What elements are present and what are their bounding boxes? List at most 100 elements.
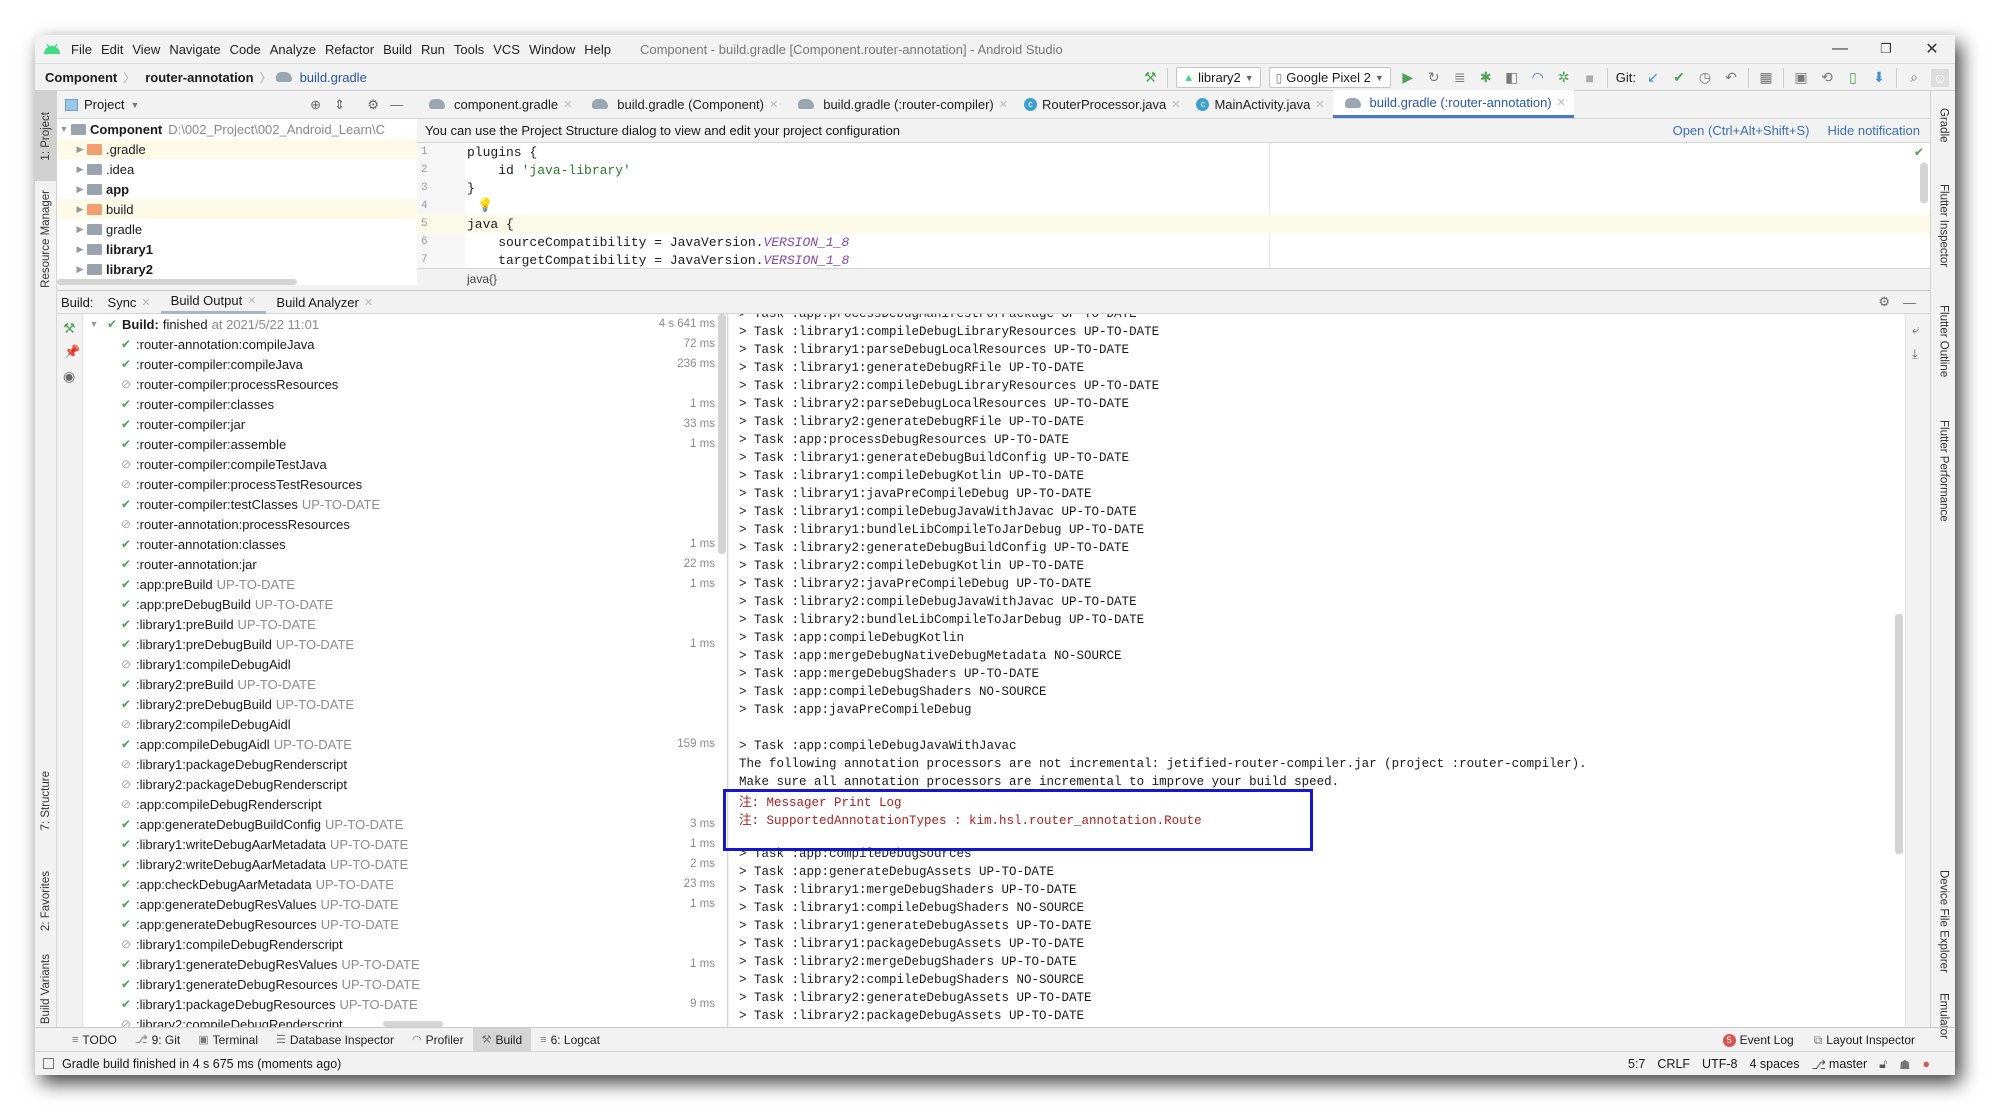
task-row[interactable]: ✔:app:generateDebugBuildConfig UP-TO-DATE… <box>83 814 727 834</box>
run-icon[interactable]: ▶ <box>1399 69 1417 87</box>
hide-panel-icon[interactable]: — <box>1903 295 1916 310</box>
task-row[interactable]: ✔:app:compileDebugAidl UP-TO-DATE 159 ms <box>83 734 727 754</box>
indent-setting[interactable]: 4 spaces <box>1749 1057 1799 1071</box>
layout-preview-icon[interactable]: ▣ <box>1792 69 1810 87</box>
task-row[interactable]: ✔:router-annotation:classes 1 ms <box>83 534 727 554</box>
tool-tab-flutter-outline[interactable]: Flutter Outline <box>1931 291 1955 391</box>
tree-root[interactable]: ▼ Component D:\002_Project\002_Android_L… <box>57 119 417 139</box>
close-tab-icon[interactable]: ✕ <box>1557 96 1566 109</box>
apply-code-changes-icon[interactable]: ≣ <box>1451 69 1469 87</box>
bottom-tab-build[interactable]: ⚒ Build <box>472 1028 532 1051</box>
task-row[interactable]: ✔:library1:packageDebugResources UP-TO-DA… <box>83 994 727 1014</box>
close-tab-icon[interactable]: ✕ <box>247 294 256 307</box>
locate-file-icon[interactable]: ⊕ <box>310 97 321 113</box>
task-row[interactable]: ✔:app:preDebugBuild UP-TO-DATE <box>83 594 727 614</box>
breadcrumb-project[interactable]: Component <box>35 70 123 85</box>
menu-refactor[interactable]: Refactor <box>325 42 374 57</box>
collapsed-arrow-icon[interactable]: ▶ <box>73 244 87 255</box>
task-row[interactable]: ✔:router-compiler:classes 1 ms <box>83 394 727 414</box>
tool-tab-gradle[interactable]: Gradle <box>1931 95 1955 155</box>
project-structure-icon[interactable]: ▦ <box>1757 69 1775 87</box>
task-row[interactable]: ⊘:router-compiler:processResources <box>83 374 727 394</box>
profile-icon[interactable]: ◠ <box>1529 69 1547 87</box>
close-button[interactable]: ✕ <box>1909 35 1955 63</box>
make-project-hammer-icon[interactable]: ⚒ <box>1141 69 1159 87</box>
pin-icon[interactable]: 📌 <box>64 344 80 360</box>
code-breadcrumb[interactable]: java{} <box>417 268 1930 288</box>
lock-icon[interactable]: 🔓︎ <box>1879 1057 1887 1072</box>
close-tab-icon[interactable]: ✕ <box>1171 98 1180 111</box>
close-tab-icon[interactable]: ✕ <box>999 98 1008 111</box>
horizontal-scrollbar[interactable] <box>57 279 297 285</box>
task-row[interactable]: ✔:library2:preDebugBuild UP-TO-DATE <box>83 694 727 714</box>
task-row[interactable]: ⊘:app:compileDebugRenderscript <box>83 794 727 814</box>
collapsed-arrow-icon[interactable]: ▶ <box>73 184 87 195</box>
stop-icon[interactable]: ■ <box>1581 69 1599 87</box>
line-separator[interactable]: CRLF <box>1657 1057 1690 1071</box>
task-row[interactable]: ✔:library1:writeDebugAarMetadata UP-TO-DA… <box>83 834 727 854</box>
minimize-button[interactable]: — <box>1817 35 1863 63</box>
menu-view[interactable]: View <box>132 42 160 57</box>
collapsed-arrow-icon[interactable]: ▶ <box>73 224 87 235</box>
task-row[interactable]: ✔:library1:preBuild UP-TO-DATE <box>83 614 727 634</box>
task-row[interactable]: ✔:router-compiler:jar 33 ms <box>83 414 727 434</box>
tool-tab-build-variants[interactable]: Build Variants <box>35 951 57 1027</box>
git-commit-icon[interactable]: ✔ <box>1670 69 1688 87</box>
layout-inspector-tab[interactable]: ⧉ Layout Inspector <box>1814 1033 1915 1048</box>
menu-build[interactable]: Build <box>383 42 412 57</box>
editor-tab[interactable]: c MainActivity.java ✕ <box>1188 90 1332 118</box>
git-branch-widget[interactable]: ⎇ master <box>1812 1057 1868 1072</box>
eye-filter-icon[interactable]: ◉ <box>63 368 75 385</box>
editor-tab[interactable]: build.gradle (:router-compiler) ✕ <box>786 90 1016 118</box>
task-row[interactable]: ✔:app:generateDebugResources UP-TO-DATE <box>83 914 727 934</box>
gradle-sync-icon[interactable]: ⟲ <box>1818 69 1836 87</box>
bottom-tab-database-inspector[interactable]: ☰ Database Inspector <box>267 1028 403 1051</box>
project-tree-item[interactable]: ▶ build <box>57 199 417 219</box>
collapsed-arrow-icon[interactable]: ▶ <box>73 144 87 155</box>
tool-tab-structure[interactable]: 7: Structure <box>35 761 57 841</box>
task-row[interactable]: ✔:router-annotation:compileJava 72 ms <box>83 334 727 354</box>
task-row[interactable]: ✔:router-compiler:testClasses UP-TO-DATE <box>83 494 727 514</box>
task-row[interactable]: ✔:app:generateDebugResValues UP-TO-DATE 1 … <box>83 894 727 914</box>
task-row[interactable]: ✔:router-compiler:assemble 1 ms <box>83 434 727 454</box>
task-row[interactable]: ⊘:library1:compileDebugRenderscript <box>83 934 727 954</box>
bottom-tab-terminal[interactable]: ▣ Terminal <box>189 1028 267 1051</box>
build-console[interactable]: > Task :app:processDebugManifestForPacka… <box>729 314 1905 1027</box>
tool-tab-flutter-inspector[interactable]: Flutter Inspector <box>1931 171 1955 281</box>
build-tab[interactable]: Build Analyzer ✕ <box>266 291 383 314</box>
task-row[interactable]: ✔:router-compiler:compileJava 236 ms <box>83 354 727 374</box>
git-rollback-icon[interactable]: ↶ <box>1722 69 1740 87</box>
collapse-all-icon[interactable]: ⇕ <box>334 97 345 113</box>
gear-icon[interactable]: ⚙ <box>1878 294 1890 310</box>
error-indicator-icon[interactable]: ● <box>1922 1057 1930 1071</box>
apply-changes-icon[interactable]: ↻ <box>1425 69 1443 87</box>
breadcrumb-module[interactable]: router-annotation <box>135 70 259 85</box>
inspector-hat-icon[interactable]: ☗ <box>1899 1057 1910 1072</box>
tool-windows-toggle-icon[interactable] <box>43 1058 54 1069</box>
breadcrumb-file[interactable]: build.gradle <box>300 70 367 85</box>
project-view-selector[interactable]: Project <box>84 97 124 112</box>
menu-run[interactable]: Run <box>421 42 445 57</box>
task-row[interactable]: ⊘:router-compiler:processTestResources <box>83 474 727 494</box>
tool-tab-project[interactable]: 1: Project <box>35 91 57 181</box>
close-tab-icon[interactable]: ✕ <box>563 98 572 111</box>
editor-tab[interactable]: c RouterProcessor.java ✕ <box>1016 90 1189 118</box>
project-tree-item[interactable]: ▶ app <box>57 179 417 199</box>
event-log-tab[interactable]: 5 Event Log <box>1722 1033 1794 1047</box>
task-row[interactable]: ✔:library1:generateDebugResValues UP-TO-D… <box>83 954 727 974</box>
run-configuration-dropdown[interactable]: ▲ library2 ▼ <box>1176 67 1261 88</box>
file-encoding[interactable]: UTF-8 <box>1702 1057 1737 1071</box>
bottom-tab-profiler[interactable]: ◠ Profiler <box>403 1028 473 1051</box>
status-message[interactable]: Gradle build finished in 4 s 675 ms (mom… <box>62 1057 341 1071</box>
collapsed-arrow-icon[interactable]: ▶ <box>73 204 87 215</box>
close-tab-icon[interactable]: ✕ <box>364 296 373 309</box>
menu-code[interactable]: Code <box>230 42 261 57</box>
menu-navigate[interactable]: Navigate <box>169 42 220 57</box>
task-row[interactable]: ✔:library2:writeDebugAarMetadata UP-TO-DA… <box>83 854 727 874</box>
bottom-tab-todo[interactable]: ≡ TODO <box>63 1028 126 1051</box>
git-update-icon[interactable]: ↙ <box>1644 69 1662 87</box>
build-root-row[interactable]: ▼ ✔ Build: finished at 2021/5/22 11:01 4… <box>83 314 727 334</box>
restore-button[interactable]: ❐ <box>1863 35 1909 63</box>
close-tab-icon[interactable]: ✕ <box>1315 98 1324 111</box>
menu-edit[interactable]: Edit <box>101 42 123 57</box>
